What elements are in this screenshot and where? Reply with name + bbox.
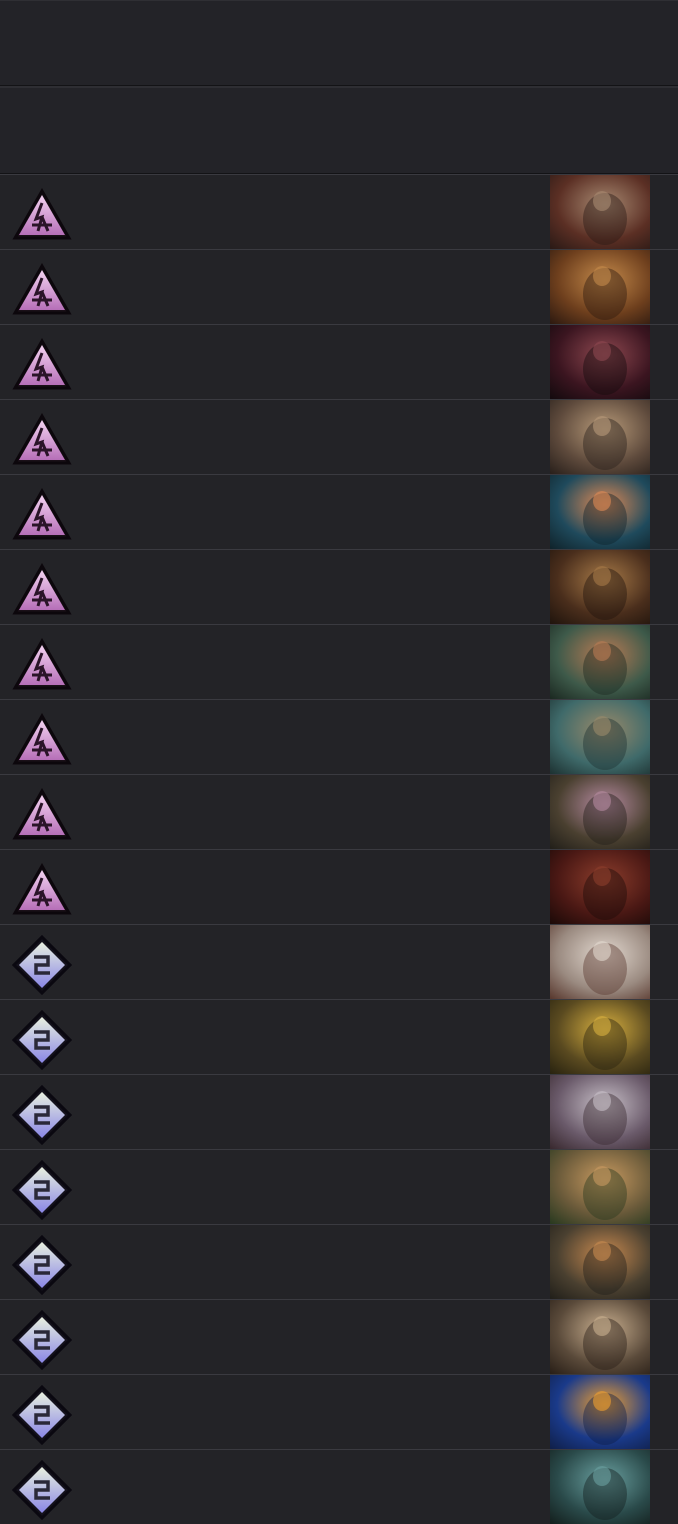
card-row[interactable]	[0, 999, 678, 1074]
card-row[interactable]	[0, 249, 678, 324]
triangle-rune-icon	[12, 335, 72, 395]
diamond-rune-icon	[12, 1010, 72, 1070]
card-art-autumn-knight	[550, 1225, 650, 1299]
card-row[interactable]	[0, 1074, 678, 1149]
card-row[interactable]	[0, 1374, 678, 1449]
diamond-rune-icon	[12, 1460, 72, 1520]
card-art-blue-sorcerer	[550, 1375, 650, 1449]
card-art-forest-wanderer	[550, 475, 650, 549]
card-row[interactable]	[0, 324, 678, 399]
card-row[interactable]	[0, 549, 678, 624]
card-row[interactable]	[0, 474, 678, 549]
header-row-1	[0, 0, 678, 86]
card-row[interactable]	[0, 849, 678, 924]
card-row[interactable]	[0, 174, 678, 249]
card-art-embracing-pair	[550, 625, 650, 699]
triangle-rune-icon	[12, 410, 72, 470]
card-art-green-flame-warrior	[550, 1150, 650, 1224]
card-art-dark-reaper	[550, 850, 650, 924]
card-art-red-cloaked-figure	[550, 325, 650, 399]
diamond-rune-icon	[12, 1385, 72, 1445]
card-row[interactable]	[0, 1149, 678, 1224]
card-row[interactable]	[0, 774, 678, 849]
card-row[interactable]	[0, 399, 678, 474]
card-art-wind-blade	[550, 925, 650, 999]
card-art-teal-golem	[550, 1450, 650, 1524]
diamond-rune-icon	[12, 1085, 72, 1145]
card-art-stone-fist	[550, 175, 650, 249]
card-row[interactable]	[0, 624, 678, 699]
card-art-hillside-village	[550, 775, 650, 849]
diamond-rune-icon	[12, 1160, 72, 1220]
triangle-rune-icon	[12, 785, 72, 845]
diamond-rune-icon	[12, 1235, 72, 1295]
card-art-golden-brute	[550, 1000, 650, 1074]
diamond-rune-icon	[12, 935, 72, 995]
triangle-rune-icon	[12, 260, 72, 320]
card-row[interactable]	[0, 699, 678, 774]
triangle-rune-icon	[12, 485, 72, 545]
card-art-hooded-woman	[550, 250, 650, 324]
triangle-rune-icon	[12, 185, 72, 245]
card-row[interactable]	[0, 1449, 678, 1524]
diamond-rune-icon	[12, 1310, 72, 1370]
card-art-misty-soldier	[550, 700, 650, 774]
card-art-storm-mage	[550, 1075, 650, 1149]
card-art-praying-monks	[550, 1300, 650, 1374]
triangle-rune-icon	[12, 860, 72, 920]
card-row[interactable]	[0, 1224, 678, 1299]
header-row-2	[0, 86, 678, 174]
triangle-rune-icon	[12, 560, 72, 620]
triangle-rune-icon	[12, 635, 72, 695]
card-art-armored-warrior	[550, 400, 650, 474]
triangle-rune-icon	[12, 710, 72, 770]
card-art-sleeping-elder	[550, 550, 650, 624]
card-row[interactable]	[0, 1299, 678, 1374]
card-list	[0, 174, 678, 1524]
card-row[interactable]	[0, 924, 678, 999]
